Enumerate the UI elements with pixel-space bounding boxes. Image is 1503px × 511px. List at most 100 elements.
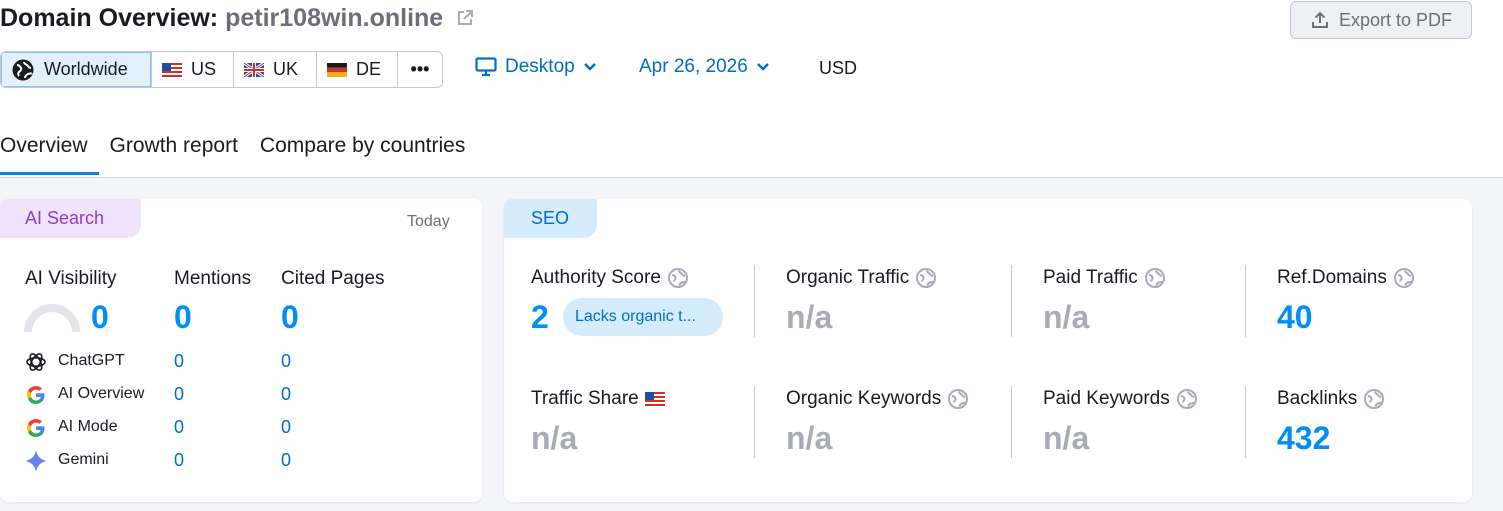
divider [1245, 386, 1246, 458]
uk-flag-icon [244, 62, 264, 77]
divider [754, 386, 755, 458]
traffic-share-metric: Traffic Share [531, 388, 665, 410]
tab-growth-report[interactable]: Growth report [99, 134, 249, 175]
globe-info-icon[interactable] [947, 388, 969, 410]
ai-date-label: Today [407, 213, 450, 230]
globe-info-icon[interactable] [915, 267, 937, 289]
divider [1011, 265, 1012, 337]
globe-info-icon[interactable] [1176, 388, 1198, 410]
de-flag-icon [327, 62, 347, 77]
tab-overview[interactable]: Overview [0, 134, 99, 175]
export-label: Export to PDF [1338, 9, 1453, 30]
cited-pages-value[interactable]: 0 [281, 299, 299, 336]
traffic-share-label: Traffic Share [531, 388, 639, 409]
region-us-button[interactable]: US [152, 52, 234, 87]
gemini-mentions[interactable]: 0 [174, 450, 184, 471]
region-label: US [191, 59, 217, 79]
us-flag-icon [644, 392, 665, 406]
ai-overview-label: AI Overview [58, 385, 145, 402]
organic-keywords-label: Organic Keywords [786, 388, 942, 409]
google-icon [27, 419, 45, 437]
export-to-pdf-button[interactable]: Export to PDF [1290, 1, 1472, 39]
authority-score-label: Authority Score [531, 267, 661, 288]
ref-domains-label: Ref.Domains [1277, 267, 1387, 288]
report-tabs: Overview Growth report Compare by countr… [0, 134, 476, 175]
page-title-domain[interactable]: petir108win.online [225, 4, 443, 32]
backlinks-metric: Backlinks [1277, 388, 1385, 410]
organic-keywords-value: n/a [786, 420, 833, 456]
organic-traffic-metric: Organic Traffic [786, 267, 937, 289]
chevron-down-icon [756, 63, 769, 71]
authority-score-value[interactable]: 2 [531, 299, 549, 336]
seo-badge: SEO [504, 199, 597, 238]
paid-keywords-value: n/a [1043, 420, 1090, 456]
authority-score-metric: Authority Score [531, 267, 689, 289]
globe-icon [12, 59, 34, 80]
paid-traffic-label: Paid Traffic [1043, 267, 1138, 288]
divider [754, 265, 755, 337]
chatgpt-label: ChatGPT [58, 352, 125, 369]
globe-info-icon[interactable] [1363, 388, 1385, 410]
chatgpt-icon [26, 353, 46, 371]
external-link-icon[interactable] [456, 9, 474, 27]
ref-domains-metric: Ref.Domains [1277, 267, 1415, 289]
us-flag-icon [162, 62, 182, 77]
divider [1011, 386, 1012, 458]
ai-mode-label: AI Mode [58, 418, 118, 435]
region-uk-button[interactable]: UK [234, 52, 317, 87]
ai-mode-mentions[interactable]: 0 [174, 417, 184, 438]
upload-icon [1311, 11, 1328, 28]
monitor-icon [475, 57, 497, 77]
chatgpt-mentions[interactable]: 0 [174, 351, 184, 372]
more-regions-button[interactable]: ••• [398, 52, 442, 87]
paid-traffic-metric: Paid Traffic [1043, 267, 1166, 289]
organic-traffic-value: n/a [786, 299, 833, 335]
google-icon [27, 386, 45, 404]
ai-visibility-label: AI Visibility [25, 268, 117, 289]
chatgpt-cited[interactable]: 0 [281, 351, 291, 372]
globe-info-icon[interactable] [667, 267, 689, 289]
ai-overview-cited[interactable]: 0 [281, 384, 291, 405]
region-label: UK [273, 59, 299, 79]
region-worldwide-button[interactable]: Worldwide [1, 52, 152, 87]
globe-info-icon[interactable] [1393, 267, 1415, 289]
region-de-button[interactable]: DE [317, 52, 398, 87]
currency-label: USD [819, 58, 858, 78]
globe-info-icon[interactable] [1144, 267, 1166, 289]
region-label: DE [356, 59, 382, 79]
region-selector: Worldwide US UK DE ••• [0, 51, 443, 88]
header-zone: Domain Overview: petir108win.online Expo… [0, 0, 1503, 178]
more-icon: ••• [410, 59, 430, 79]
device-dropdown[interactable]: Desktop [475, 56, 597, 78]
chevron-down-icon [583, 63, 596, 71]
gemini-label: Gemini [58, 451, 109, 468]
page-title: Domain Overview: petir108win.online [0, 4, 474, 33]
gemini-icon [25, 450, 47, 472]
date-dropdown[interactable]: Apr 26, 2026 [639, 56, 770, 78]
paid-keywords-label: Paid Keywords [1043, 388, 1170, 409]
ai-visibility-value[interactable]: 0 [91, 299, 109, 336]
traffic-share-value: n/a [531, 420, 578, 456]
organic-keywords-metric: Organic Keywords [786, 388, 969, 410]
ai-search-badge: AI Search [0, 199, 141, 238]
backlinks-label: Backlinks [1277, 388, 1358, 409]
region-label: Worldwide [44, 59, 128, 79]
paid-keywords-metric: Paid Keywords [1043, 388, 1198, 410]
lacks-organic-traffic-pill[interactable]: Lacks organic t... [563, 298, 723, 336]
visibility-gauge-icon [24, 304, 80, 332]
mentions-value[interactable]: 0 [174, 299, 192, 336]
mentions-label: Mentions [174, 268, 252, 289]
backlinks-value[interactable]: 432 [1277, 420, 1330, 457]
cited-pages-label: Cited Pages [281, 268, 385, 289]
tab-compare-by-countries[interactable]: Compare by countries [249, 134, 476, 175]
organic-traffic-label: Organic Traffic [786, 267, 910, 288]
page-title-prefix: Domain Overview: [0, 4, 219, 32]
divider [1245, 265, 1246, 337]
ai-mode-cited[interactable]: 0 [281, 417, 291, 438]
ai-overview-mentions[interactable]: 0 [174, 384, 184, 405]
gemini-cited[interactable]: 0 [281, 450, 291, 471]
device-label: Desktop [505, 56, 575, 77]
paid-traffic-value: n/a [1043, 299, 1090, 335]
date-label: Apr 26, 2026 [639, 56, 748, 77]
ref-domains-value[interactable]: 40 [1277, 299, 1313, 336]
